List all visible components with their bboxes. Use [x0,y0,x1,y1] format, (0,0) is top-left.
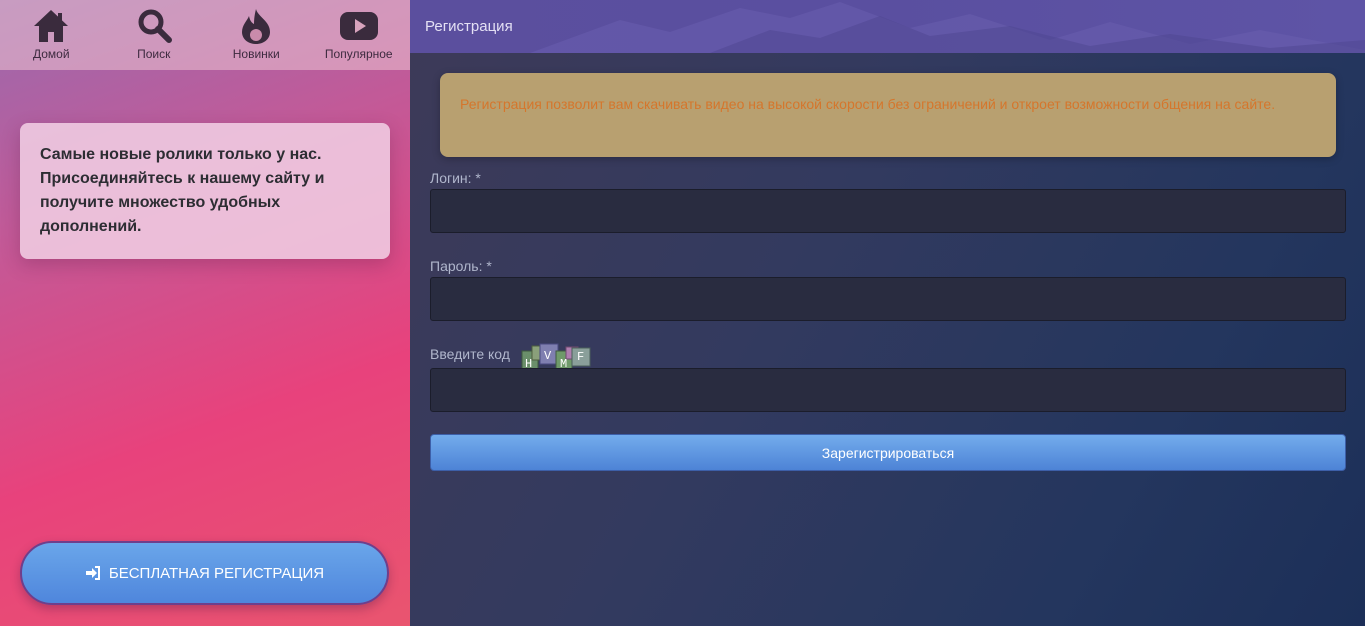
sign-in-icon [85,566,100,580]
info-notice: Регистрация позволит вам скачивать видео… [440,73,1336,157]
free-registration-label: БЕСПЛАТНАЯ РЕГИСТРАЦИЯ [108,564,325,582]
page-title: Регистрация [425,18,513,35]
left-panel: Домой Поиск Новинки Популярное Самые нов [0,0,410,626]
nav-item-home[interactable]: Домой [0,0,103,70]
top-nav: Домой Поиск Новинки Популярное [0,0,410,70]
flame-icon [242,9,271,44]
nav-item-search[interactable]: Поиск [103,0,206,70]
page-header: Регистрация [410,0,1365,53]
captcha-label: Введите код [430,346,510,362]
search-icon [138,9,172,43]
promo-card: Самые новые ролики только у нас. Присоед… [20,123,390,259]
notice-text: Регистрация позволит вам скачивать видео… [460,96,1276,112]
promo-text: Самые новые ролики только у нас. Присоед… [40,146,325,235]
captcha-char: F [577,350,584,364]
nav-label: Новинки [232,47,280,61]
mountain-background [530,2,1365,53]
register-submit-button[interactable]: Зарегистрироваться [430,434,1346,471]
nav-label: Популярное [324,47,393,61]
password-input[interactable] [430,277,1346,321]
nav-item-popular[interactable]: Популярное [308,0,411,70]
main-content: Регистрация Регистрация позволит вам ска… [410,0,1365,626]
captcha-char: V [544,349,552,363]
free-registration-button[interactable]: БЕСПЛАТНАЯ РЕГИСТРАЦИЯ [20,541,389,605]
youtube-icon [339,12,378,40]
login-input[interactable] [430,189,1346,233]
nav-label: Домой [32,47,70,61]
password-label: Пароль: * [430,258,492,274]
captcha-input[interactable] [430,368,1346,412]
nav-label: Поиск [137,47,171,61]
nav-item-new[interactable]: Новинки [205,0,308,70]
register-submit-label: Зарегистрироваться [821,444,955,461]
login-label: Логин: * [430,170,481,186]
home-icon [34,10,69,42]
